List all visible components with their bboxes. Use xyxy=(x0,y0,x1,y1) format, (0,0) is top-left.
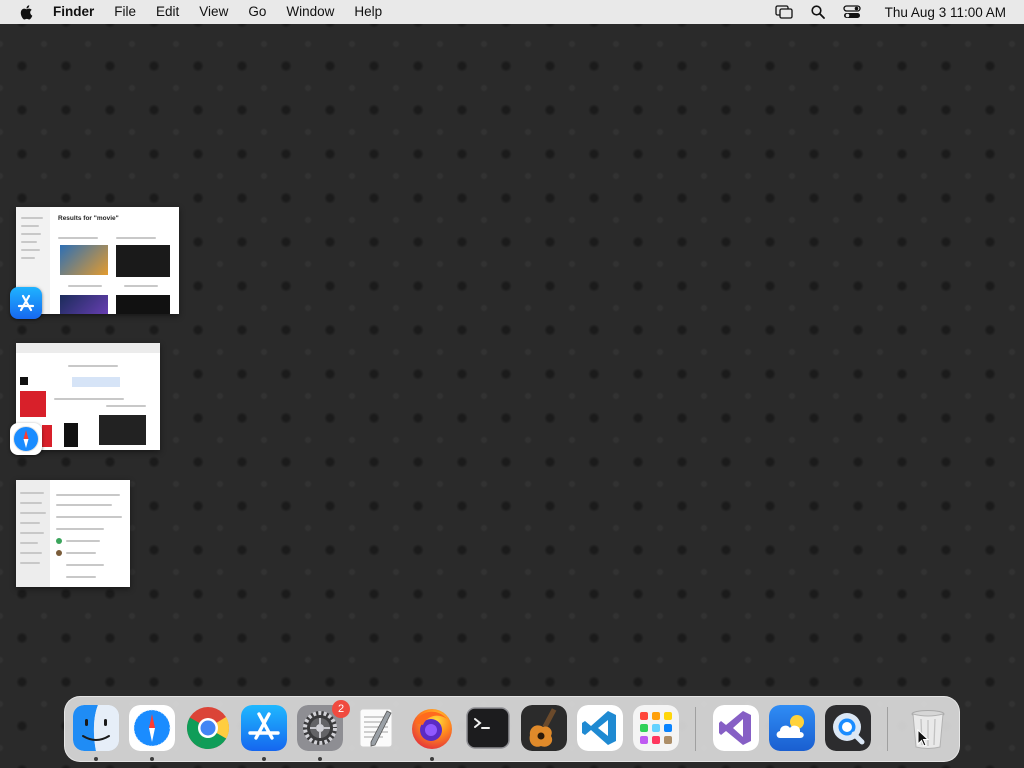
dock-item-chrome[interactable] xyxy=(185,705,231,751)
textedit-icon xyxy=(359,708,393,748)
menu-file[interactable]: File xyxy=(104,0,146,24)
terminal-icon xyxy=(466,707,510,749)
thumbnail-app-tile xyxy=(116,295,170,314)
mouse-cursor-icon xyxy=(917,729,929,747)
thumbnail-app-tile xyxy=(60,245,108,275)
thumbnail-mark xyxy=(20,377,28,385)
dock-item-quicktime[interactable] xyxy=(825,705,871,751)
thumbnail-mark xyxy=(42,425,52,447)
thumbnail-mark xyxy=(64,423,78,447)
dock: 2 xyxy=(64,696,960,762)
control-center-icon[interactable] xyxy=(843,4,861,20)
running-indicator xyxy=(94,757,98,761)
notification-badge: 2 xyxy=(332,700,350,718)
safari-icon[interactable] xyxy=(10,423,42,455)
menu-edit[interactable]: Edit xyxy=(146,0,189,24)
dock-separator xyxy=(887,707,888,751)
spotlight-search-icon[interactable] xyxy=(809,4,827,20)
menu-bar: Finder File Edit View Go Window Help Thu… xyxy=(0,0,1024,24)
dock-item-system-settings[interactable]: 2 xyxy=(297,700,350,751)
dock-item-safari[interactable] xyxy=(129,705,175,751)
menu-window[interactable]: Window xyxy=(276,0,344,24)
menu-view[interactable]: View xyxy=(189,0,238,24)
menu-bar-clock[interactable]: Thu Aug 3 11:00 AM xyxy=(869,5,1024,20)
apple-logo-icon[interactable] xyxy=(19,4,35,20)
thumbnail-mark xyxy=(56,550,62,556)
dock-item-launchpad[interactable] xyxy=(633,705,679,751)
dock-item-weather[interactable] xyxy=(769,705,815,751)
quicktime-icon xyxy=(825,705,871,751)
dock-separator xyxy=(695,707,696,751)
dock-item-finder[interactable] xyxy=(73,705,119,751)
thumbnail-mark xyxy=(56,538,62,544)
app-store-icon xyxy=(241,705,287,751)
dock-item-visual-studio[interactable] xyxy=(713,705,759,751)
visual-studio-icon xyxy=(713,705,759,751)
weather-icon xyxy=(769,705,815,751)
running-indicator xyxy=(318,757,322,761)
screen-mirroring-icon[interactable] xyxy=(775,4,793,20)
menu-app-finder[interactable]: Finder xyxy=(53,0,104,24)
status-area: Thu Aug 3 11:00 AM xyxy=(767,0,1024,24)
app-store-icon[interactable] xyxy=(10,287,42,319)
thumbnail-dialog xyxy=(72,377,120,387)
launchpad-icon xyxy=(633,705,679,751)
dock-item-terminal[interactable] xyxy=(465,705,511,751)
menu-help[interactable]: Help xyxy=(344,0,392,24)
menu-go[interactable]: Go xyxy=(238,0,276,24)
window-thumbnail-system-settings[interactable] xyxy=(16,480,130,587)
thumbnail-title: Results for "movie" xyxy=(58,215,119,222)
thumbnail-app-tile xyxy=(60,295,108,314)
chrome-icon xyxy=(186,707,230,750)
running-indicator xyxy=(150,757,154,761)
thumbnail-app-tile xyxy=(99,415,146,445)
finder-icon xyxy=(73,705,119,751)
thumbnail-toolbar xyxy=(16,343,160,353)
dock-item-firefox[interactable] xyxy=(409,705,455,751)
thumbnail-app-tile xyxy=(20,391,46,417)
garageband-icon xyxy=(521,705,567,751)
safari-icon xyxy=(129,705,175,751)
dock-item-garageband[interactable] xyxy=(521,705,567,751)
dock-item-vscode[interactable] xyxy=(577,705,623,751)
dock-item-app-store[interactable] xyxy=(241,705,287,751)
dock-item-textedit[interactable] xyxy=(353,705,399,751)
running-indicator xyxy=(430,757,434,761)
firefox-icon xyxy=(412,709,452,749)
running-indicator xyxy=(262,757,266,761)
thumbnail-app-tile xyxy=(116,245,170,277)
vscode-icon xyxy=(577,705,623,751)
